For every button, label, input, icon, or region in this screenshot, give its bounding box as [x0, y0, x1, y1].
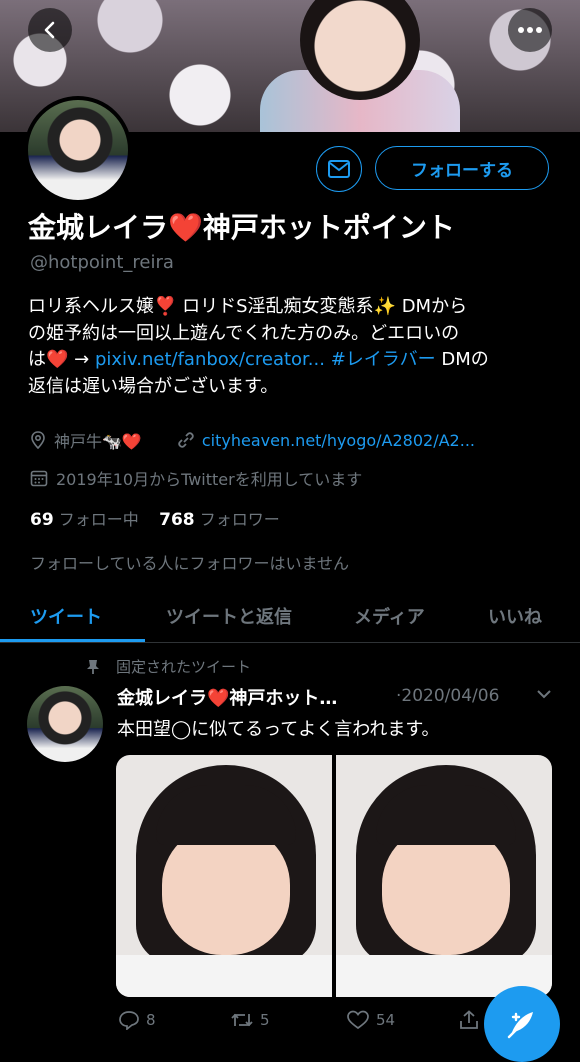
tab-likes[interactable]: いいね [488, 590, 542, 642]
tweet-date[interactable]: ·2020/04/06 [396, 686, 499, 706]
back-arrow-icon [44, 21, 55, 39]
tweet-photo-right[interactable] [336, 755, 552, 997]
tweet-author-avatar[interactable] [27, 686, 103, 762]
profile-joined: 2019年10月からTwitterを利用しています [56, 470, 363, 489]
photo-bangs [376, 785, 516, 845]
profile-bio: ロリ系ヘルス嬢❣️ ロリドS淫乱痴女変態系✨ DMから の姫予約は一回以上遊んで… [28, 294, 558, 400]
tweet-media[interactable] [116, 755, 552, 997]
pinned-label: 固定されたツイート [116, 658, 252, 676]
photo-bangs [156, 785, 296, 845]
bio-link[interactable]: pixiv.net/fanbox/creator... [95, 349, 325, 370]
profile-stats: 69 フォロー中 768 フォロワー [30, 506, 280, 530]
reply-count: 8 [146, 1011, 156, 1029]
profile-handle: @hotpoint_reira [30, 252, 174, 273]
chevron-down-icon [537, 690, 551, 699]
share-icon [460, 1010, 478, 1029]
followers-count: 768 [159, 510, 195, 530]
more-options-button[interactable] [508, 8, 552, 52]
bio-hashtag[interactable]: #レイラバー [331, 349, 436, 370]
mail-icon [328, 160, 350, 178]
follow-button[interactable]: フォローする [375, 146, 549, 190]
heart-icon [347, 1010, 369, 1030]
retweet-action[interactable]: 5 [230, 1010, 270, 1030]
more-icon [518, 27, 542, 33]
profile-location: 神戸牛🐄❤️ [54, 432, 142, 451]
tweet-author-name[interactable]: 金城レイラ❤️神戸ホット… [117, 684, 337, 710]
followers-stat[interactable]: 768 フォロワー [159, 510, 280, 530]
reply-icon [119, 1011, 139, 1030]
profile-avatar[interactable] [24, 96, 132, 204]
tweet-text: 本田望◯に似てるってよく言われます。 [117, 719, 440, 740]
pin-icon [87, 659, 99, 674]
active-tab-indicator [0, 639, 145, 642]
profile-tabs: ツイート ツイートと返信 メディア いいね [0, 590, 580, 643]
link-icon [178, 432, 194, 448]
tab-media[interactable]: メディア [354, 590, 425, 642]
tab-tweets-and-replies[interactable]: ツイートと返信 [166, 590, 292, 642]
tweet-menu-button[interactable] [536, 684, 552, 705]
tweet-photo-left[interactable] [116, 755, 332, 997]
like-count: 54 [376, 1011, 396, 1029]
following-count: 69 [30, 510, 54, 530]
mutual-followers-note: フォローしている人にフォロワーはいません [30, 554, 350, 573]
profile-meta-row: 神戸牛🐄❤️ cityheaven.net/hyogo/A2802/A2... [30, 428, 475, 452]
bio-line: の姫予約は一回以上遊んでくれた方のみ。どエロいの [28, 322, 460, 344]
compose-feather-icon [507, 1012, 533, 1039]
message-button[interactable] [316, 146, 362, 192]
following-stat[interactable]: 69 フォロー中 [30, 510, 139, 530]
bio-line: 返信は遅い場合がございます。 [28, 375, 279, 397]
profile-name: 金城レイラ❤️神戸ホットポイント [28, 211, 455, 244]
back-button[interactable] [28, 8, 72, 52]
bio-line: ロリ系ヘルス嬢❣️ ロリドS淫乱痴女変態系✨ DMから [28, 296, 468, 317]
reply-action[interactable]: 8 [118, 1010, 156, 1030]
share-action[interactable] [458, 1010, 480, 1030]
following-label: フォロー中 [58, 510, 139, 529]
bio-text: は❤️ → [28, 349, 95, 370]
like-action[interactable]: 54 [346, 1010, 395, 1030]
bio-text: DMの [435, 349, 489, 370]
compose-tweet-button[interactable] [484, 986, 560, 1062]
profile-website[interactable]: cityheaven.net/hyogo/A2802/A2... [202, 431, 475, 450]
photo-shirt [116, 955, 332, 997]
tab-tweets[interactable]: ツイート [30, 590, 102, 642]
bio-line: は❤️ → pixiv.net/fanbox/creator... #レイラバー… [28, 347, 558, 374]
location-icon [31, 431, 45, 449]
pinned-indicator: 固定されたツイート [86, 656, 251, 677]
retweet-icon [231, 1013, 253, 1027]
followers-label: フォロワー [199, 510, 280, 529]
retweet-count: 5 [260, 1011, 270, 1029]
profile-joined-row: 2019年10月からTwitterを利用しています [30, 466, 362, 490]
calendar-icon [30, 470, 48, 487]
